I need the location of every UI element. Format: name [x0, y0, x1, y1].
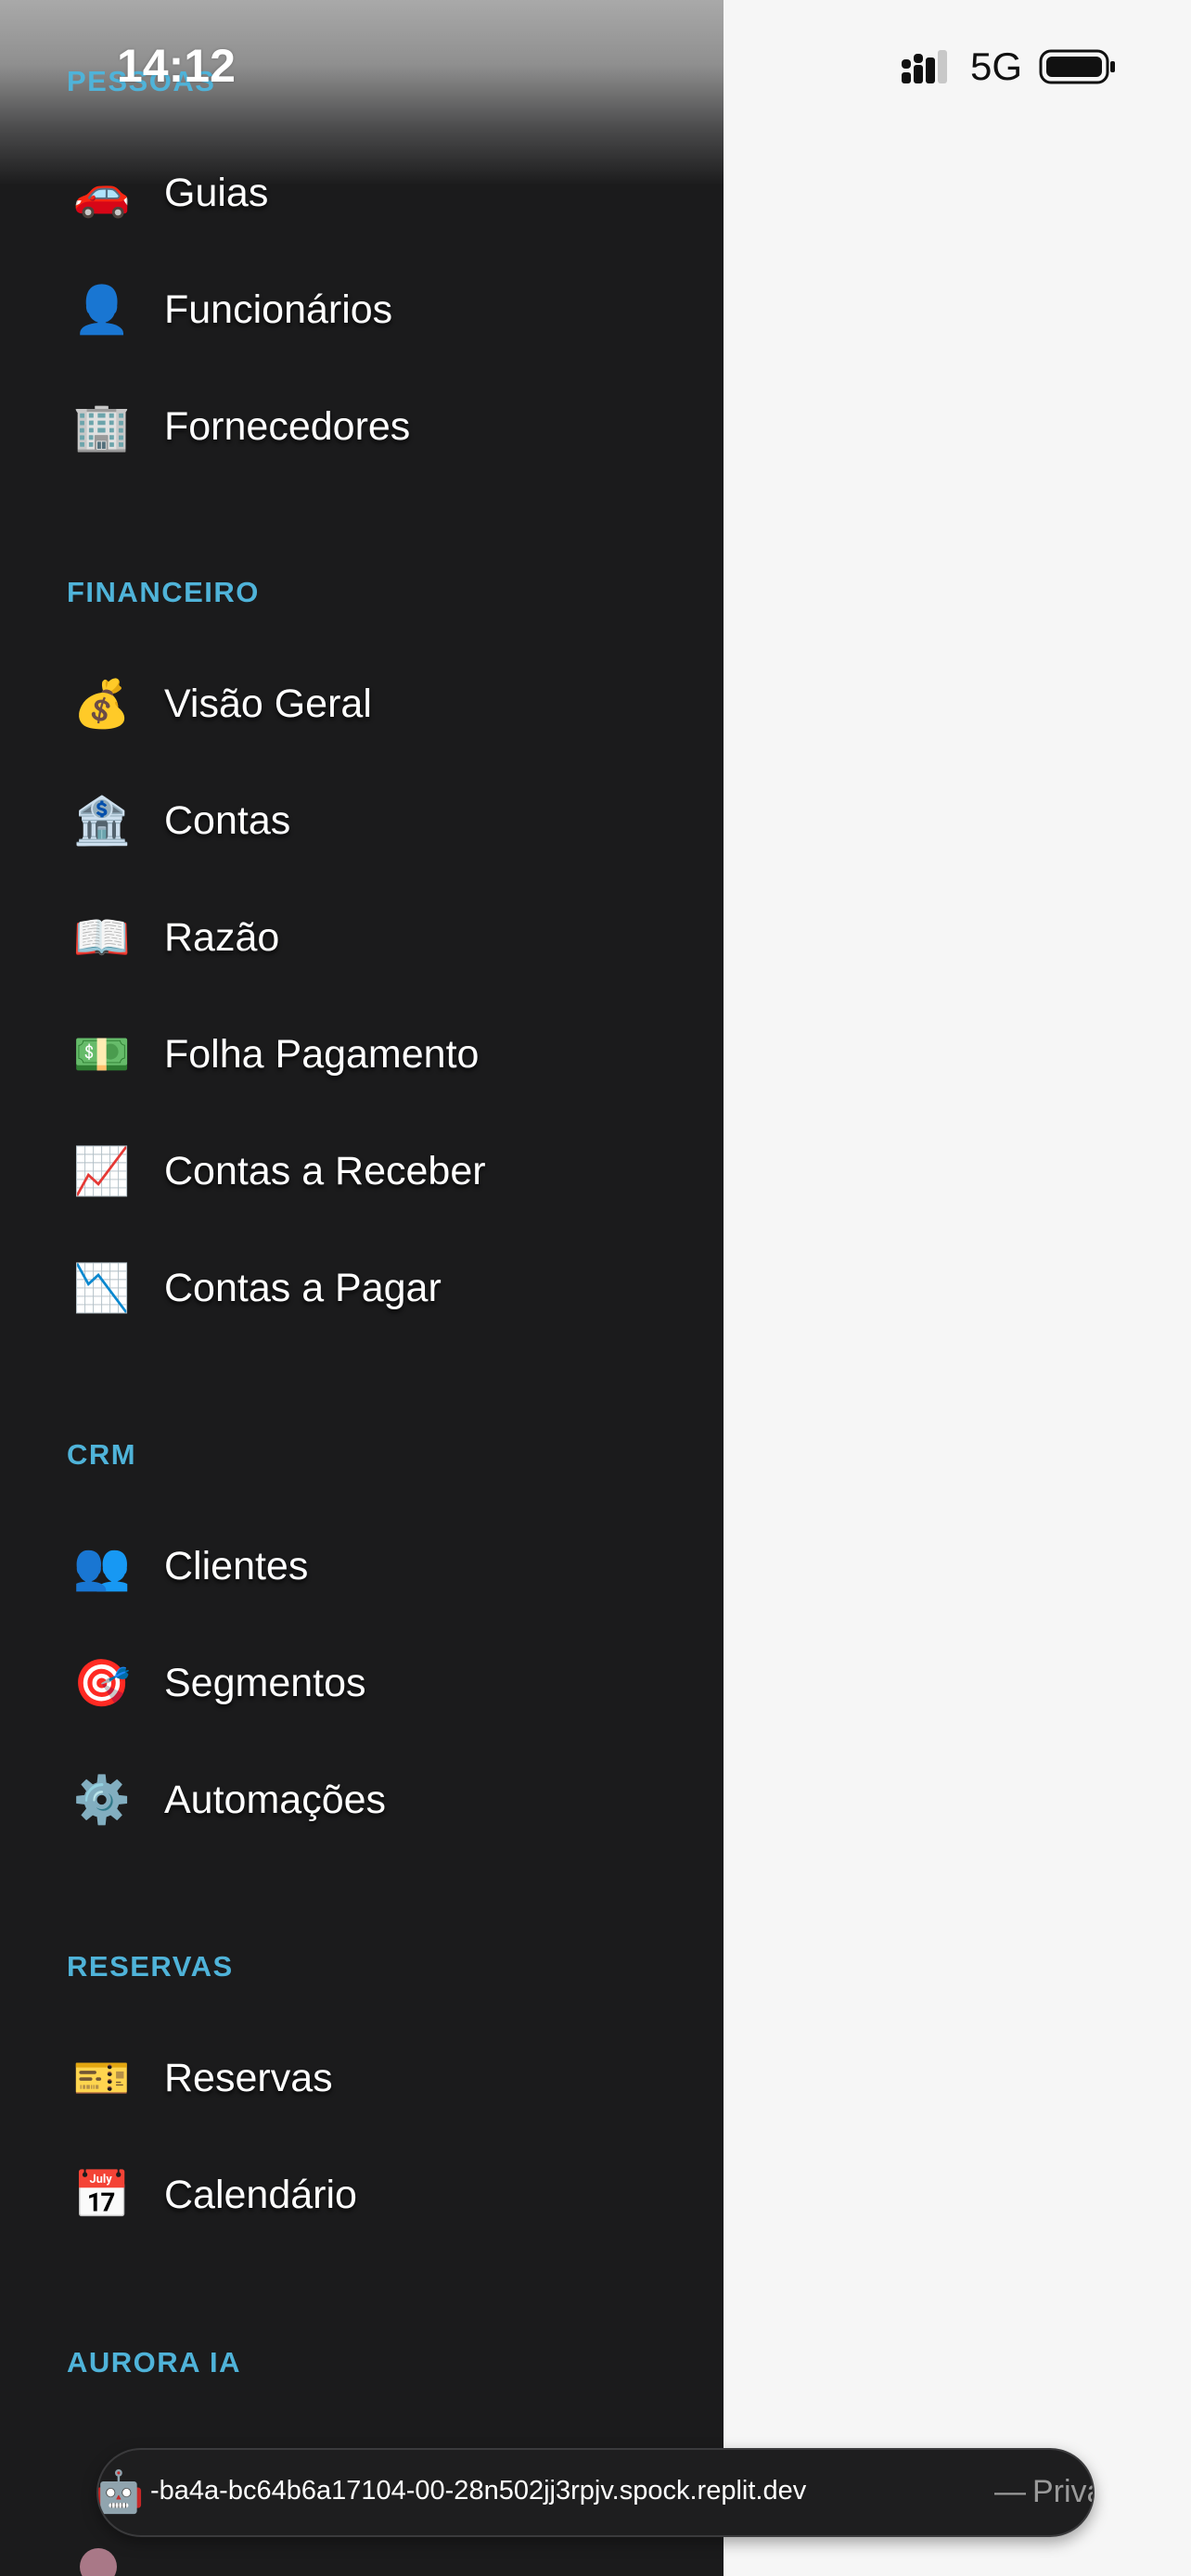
chart-down-icon: 📉	[72, 1261, 132, 1315]
open-book-icon: 📖	[72, 911, 132, 964]
menu-item-label: Guias	[164, 170, 269, 215]
network-type: 5G	[970, 45, 1023, 88]
menu-item-segmentos[interactable]: 🎯 Segmentos	[0, 1632, 724, 1734]
banknote-icon: 💵	[72, 1027, 132, 1081]
url-separator: —	[994, 2474, 1026, 2509]
menu-item-label: Clientes	[164, 1543, 309, 1588]
menu-item-funcionarios[interactable]: 👤 Funcionários	[0, 259, 724, 361]
people-icon: 👥	[72, 1539, 132, 1593]
menu-item-contas[interactable]: 🏦 Contas	[0, 770, 724, 872]
section-title-reservas: RESERVAS	[67, 1950, 234, 1983]
partially-hidden-menu-icon	[80, 2548, 117, 2576]
menu-item-label: Visão Geral	[164, 681, 372, 726]
battery-icon	[1039, 49, 1115, 84]
calendar-icon: 📅	[72, 2168, 132, 2222]
menu-item-fornecedores[interactable]: 🏢 Fornecedores	[0, 376, 724, 478]
url-text: -ba4a-bc64b6a17104-00-28n502jj3rpjv.spoc…	[150, 2476, 807, 2506]
menu-item-label: Contas	[164, 797, 291, 843]
robot-icon: 🤖	[96, 2469, 145, 2515]
private-label: Privado	[1032, 2474, 1093, 2509]
person-icon: 👤	[72, 283, 132, 337]
menu-item-label: Reservas	[164, 2055, 333, 2100]
money-bag-icon: 💰	[72, 677, 132, 731]
target-icon: 🎯	[72, 1656, 132, 1710]
section-title-aurora-ia: AURORA IA	[67, 2346, 242, 2378]
bank-icon: 🏦	[72, 794, 132, 848]
menu-item-label: Contas a Pagar	[164, 1265, 442, 1310]
menu-item-contas-a-pagar[interactable]: 📉 Contas a Pagar	[0, 1237, 724, 1339]
menu-item-label: Contas a Receber	[164, 1148, 486, 1193]
menu-item-calendario[interactable]: 📅 Calendário	[0, 2144, 724, 2246]
menu-item-label: Funcionários	[164, 287, 393, 332]
menu-item-reservas[interactable]: 🎫 Reservas	[0, 2027, 724, 2129]
menu-item-label: Folha Pagamento	[164, 1031, 480, 1077]
menu-item-label: Automações	[164, 1777, 387, 1822]
browser-url-bar[interactable]: 🤖 -ba4a-bc64b6a17104-00-28n502jj3rpjv.sp…	[96, 2448, 1095, 2537]
menu-item-folha-pagamento[interactable]: 💵 Folha Pagamento	[0, 1003, 724, 1105]
section-title-crm: CRM	[67, 1438, 137, 1471]
building-icon: 🏢	[72, 400, 132, 453]
navigation-drawer: PESSOAS 🚗 Guias 👤 Funcionários 🏢 Fornece…	[0, 0, 724, 2576]
section-title-pessoas: PESSOAS	[67, 65, 216, 97]
signal-bars-icon	[902, 50, 947, 83]
menu-item-label: Segmentos	[164, 1660, 366, 1705]
ticket-icon: 🎫	[72, 2051, 132, 2105]
menu-item-guias[interactable]: 🚗 Guias	[0, 142, 724, 244]
menu-item-label: Razão	[164, 914, 280, 960]
menu-item-label: Fornecedores	[164, 403, 411, 449]
menu-item-contas-a-receber[interactable]: 📈 Contas a Receber	[0, 1120, 724, 1222]
screen: PESSOAS 🚗 Guias 👤 Funcionários 🏢 Fornece…	[0, 0, 1191, 2576]
menu-item-razao[interactable]: 📖 Razão	[0, 886, 724, 988]
car-icon: 🚗	[72, 166, 132, 220]
menu-item-clientes[interactable]: 👥 Clientes	[0, 1515, 724, 1617]
menu-item-automacoes[interactable]: ⚙️ Automações	[0, 1749, 724, 1851]
chart-up-icon: 📈	[72, 1144, 132, 1198]
section-title-financeiro: FINANCEIRO	[67, 576, 260, 608]
menu-item-visao-geral[interactable]: 💰 Visão Geral	[0, 653, 724, 755]
gear-icon: ⚙️	[72, 1773, 132, 1827]
menu-item-label: Calendário	[164, 2172, 357, 2217]
